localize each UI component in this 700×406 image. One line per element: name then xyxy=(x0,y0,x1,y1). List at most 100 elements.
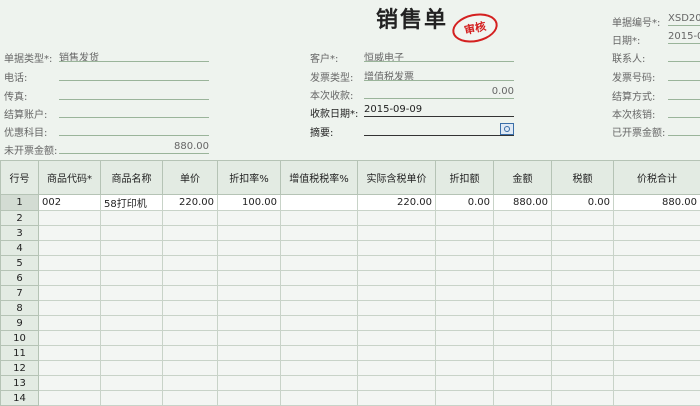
settle-method-field[interactable] xyxy=(668,87,700,100)
column-header[interactable]: 金额 xyxy=(494,161,552,195)
table-cell[interactable] xyxy=(101,286,163,301)
column-header[interactable]: 税额 xyxy=(552,161,614,195)
table-cell[interactable] xyxy=(218,346,281,361)
table-cell[interactable] xyxy=(218,361,281,376)
table-cell[interactable] xyxy=(494,361,552,376)
table-cell[interactable] xyxy=(494,331,552,346)
column-header[interactable]: 行号 xyxy=(1,161,39,195)
table-cell[interactable] xyxy=(218,256,281,271)
table-cell[interactable] xyxy=(39,361,101,376)
table-cell[interactable] xyxy=(218,211,281,226)
table-cell[interactable] xyxy=(163,391,218,406)
table-cell[interactable] xyxy=(614,211,700,226)
table-cell[interactable] xyxy=(163,376,218,391)
table-cell[interactable] xyxy=(101,211,163,226)
table-cell[interactable] xyxy=(101,271,163,286)
table-cell[interactable] xyxy=(494,301,552,316)
table-cell[interactable] xyxy=(614,346,700,361)
table-cell[interactable] xyxy=(494,376,552,391)
table-cell[interactable]: 58打印机 xyxy=(101,195,163,211)
table-cell[interactable]: 220.00 xyxy=(358,195,436,211)
table-cell[interactable] xyxy=(39,256,101,271)
table-cell[interactable] xyxy=(281,226,358,241)
table-cell[interactable] xyxy=(436,391,494,406)
table-cell[interactable] xyxy=(614,376,700,391)
table-cell[interactable]: 880.00 xyxy=(614,195,700,211)
table-cell[interactable] xyxy=(163,211,218,226)
column-header[interactable]: 单价 xyxy=(163,161,218,195)
table-row[interactable]: 10 xyxy=(1,331,700,346)
column-header[interactable]: 实际含税单价 xyxy=(358,161,436,195)
table-cell[interactable] xyxy=(552,211,614,226)
table-cell[interactable] xyxy=(101,226,163,241)
table-cell[interactable] xyxy=(358,271,436,286)
table-cell[interactable] xyxy=(218,271,281,286)
table-row[interactable]: 8 xyxy=(1,301,700,316)
table-cell[interactable] xyxy=(552,391,614,406)
table-cell[interactable] xyxy=(552,301,614,316)
table-row[interactable]: 100258打印机220.00100.00220.000.00880.000.0… xyxy=(1,195,700,211)
table-cell[interactable] xyxy=(101,376,163,391)
table-cell[interactable] xyxy=(39,331,101,346)
table-cell[interactable] xyxy=(552,331,614,346)
table-cell[interactable] xyxy=(358,211,436,226)
table-cell[interactable] xyxy=(436,346,494,361)
table-cell[interactable] xyxy=(218,286,281,301)
table-cell[interactable] xyxy=(552,256,614,271)
table-cell[interactable] xyxy=(39,286,101,301)
table-cell[interactable] xyxy=(552,286,614,301)
table-cell[interactable] xyxy=(436,331,494,346)
writeoff-field[interactable] xyxy=(668,105,700,118)
table-cell[interactable]: 100.00 xyxy=(218,195,281,211)
table-cell[interactable] xyxy=(101,241,163,256)
table-row[interactable]: 2 xyxy=(1,211,700,226)
table-cell[interactable] xyxy=(163,256,218,271)
table-cell[interactable] xyxy=(436,301,494,316)
customer-field[interactable]: 恒威电子 xyxy=(364,49,514,62)
table-cell[interactable] xyxy=(39,376,101,391)
table-cell[interactable] xyxy=(39,346,101,361)
table-cell[interactable] xyxy=(436,361,494,376)
column-header[interactable]: 折扣率% xyxy=(218,161,281,195)
phone-field[interactable] xyxy=(59,68,209,81)
contact-field[interactable] xyxy=(668,49,700,62)
invoice-type-field[interactable]: 增值税发票 xyxy=(364,68,514,81)
table-cell[interactable]: 0.00 xyxy=(552,195,614,211)
table-cell[interactable] xyxy=(281,241,358,256)
table-cell[interactable] xyxy=(101,316,163,331)
table-row[interactable]: 13 xyxy=(1,376,700,391)
table-cell[interactable] xyxy=(494,256,552,271)
doc-type-field[interactable]: 销售发货 xyxy=(59,49,209,62)
table-cell[interactable] xyxy=(281,376,358,391)
table-row[interactable]: 5 xyxy=(1,256,700,271)
table-cell[interactable] xyxy=(218,331,281,346)
table-cell[interactable] xyxy=(358,376,436,391)
table-cell[interactable] xyxy=(281,256,358,271)
table-cell[interactable] xyxy=(614,241,700,256)
received-field[interactable]: 0.00 xyxy=(364,86,514,99)
table-cell[interactable] xyxy=(163,286,218,301)
table-cell[interactable] xyxy=(218,226,281,241)
table-cell[interactable] xyxy=(358,391,436,406)
table-cell[interactable] xyxy=(163,301,218,316)
table-cell[interactable] xyxy=(101,331,163,346)
table-row[interactable]: 3 xyxy=(1,226,700,241)
table-cell[interactable] xyxy=(163,361,218,376)
table-cell[interactable] xyxy=(163,346,218,361)
table-row[interactable]: 4 xyxy=(1,241,700,256)
table-cell[interactable] xyxy=(358,256,436,271)
table-cell[interactable] xyxy=(163,316,218,331)
table-cell[interactable] xyxy=(281,286,358,301)
table-cell[interactable] xyxy=(281,346,358,361)
table-cell[interactable] xyxy=(218,376,281,391)
table-row[interactable]: 9 xyxy=(1,316,700,331)
table-cell[interactable] xyxy=(494,391,552,406)
table-cell[interactable] xyxy=(218,241,281,256)
table-cell[interactable] xyxy=(39,316,101,331)
table-cell[interactable] xyxy=(358,361,436,376)
table-cell[interactable] xyxy=(614,316,700,331)
table-cell[interactable] xyxy=(614,331,700,346)
table-cell[interactable] xyxy=(358,346,436,361)
table-cell[interactable] xyxy=(552,271,614,286)
table-cell[interactable] xyxy=(163,241,218,256)
